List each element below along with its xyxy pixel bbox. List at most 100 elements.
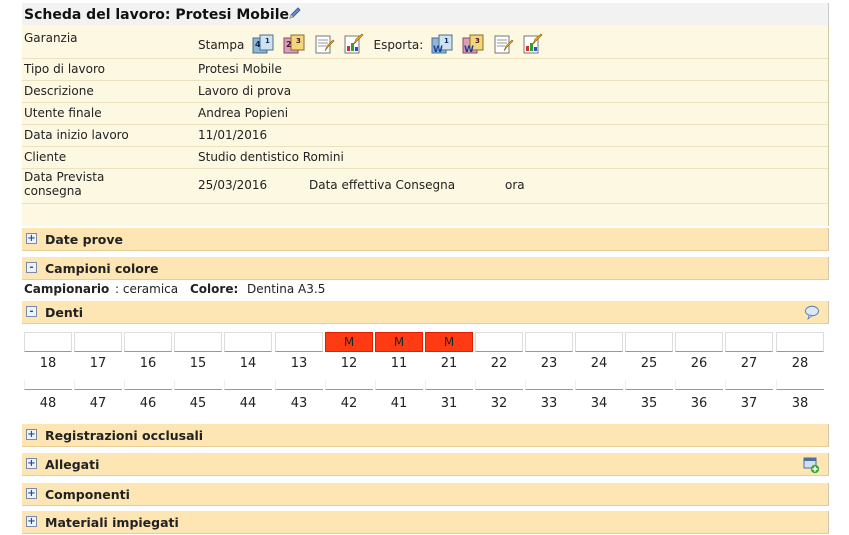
add-attachment-icon[interactable] xyxy=(802,456,820,477)
print-export-toolbar: Stampa 4 1 2 3 Esporta: W 1 W 3 xyxy=(198,33,543,58)
pencil-edit-icon[interactable] xyxy=(287,5,303,24)
export-chart-icon[interactable] xyxy=(521,33,543,58)
tooth-cell-35[interactable] xyxy=(625,380,673,390)
tooth-number-13: 13 xyxy=(290,356,308,371)
tooth-cell-18[interactable] xyxy=(24,332,72,352)
tooth-cell-34[interactable] xyxy=(575,380,623,390)
section-title: Allegati xyxy=(45,457,100,472)
info-table: Garanzia Stampa 4 1 2 3 Esporta: W 1 W 3… xyxy=(22,25,829,226)
row-garanzia: Garanzia Stampa 4 1 2 3 Esporta: W 1 W 3 xyxy=(22,25,828,59)
expand-icon[interactable]: + xyxy=(26,429,37,440)
tooth-cell-41[interactable] xyxy=(375,380,423,390)
esporta-label: Esporta: xyxy=(373,38,424,52)
tooth-cell-42[interactable] xyxy=(325,380,373,390)
tooth-cell-33[interactable] xyxy=(525,380,573,390)
expand-icon[interactable]: + xyxy=(26,516,37,527)
tooth-number-31: 31 xyxy=(440,396,458,411)
section-materiali-impiegati[interactable]: + Materiali impiegati xyxy=(22,511,829,534)
section-title: Denti xyxy=(45,305,84,320)
tooth-number-14: 14 xyxy=(239,356,257,371)
title-bar: Scheda del lavoro: Protesi Mobile xyxy=(22,3,829,25)
tooth-cell-23[interactable] xyxy=(525,332,573,352)
tooth-cell-26[interactable] xyxy=(675,332,723,352)
tipo-lavoro-label: Tipo di lavoro xyxy=(24,62,105,76)
tooth-cell-15[interactable] xyxy=(174,332,222,352)
export-word-2-3-icon[interactable]: W 3 xyxy=(461,33,485,58)
tooth-cell-37[interactable] xyxy=(725,380,773,390)
section-allegati[interactable]: + Allegati xyxy=(22,453,829,476)
tooth-cell-43[interactable] xyxy=(275,380,323,390)
print-chart-icon[interactable] xyxy=(342,33,364,58)
tooth-cell-28[interactable] xyxy=(776,332,824,352)
tooth-cell-17[interactable] xyxy=(74,332,122,352)
svg-text:4: 4 xyxy=(255,40,261,49)
cliente-value: Studio dentistico Romini xyxy=(198,150,344,164)
svg-text:3: 3 xyxy=(296,37,301,45)
tooth-cell-46[interactable] xyxy=(124,380,172,390)
section-registrazioni-occlusali[interactable]: + Registrazioni occlusali xyxy=(22,424,829,447)
tooth-cell-36[interactable] xyxy=(675,380,723,390)
tooth-cell-27[interactable] xyxy=(725,332,773,352)
tooth-number-11: 11 xyxy=(390,356,408,371)
section-componenti[interactable]: + Componenti xyxy=(22,483,829,506)
teeth-chart: 18 17 16 15 14 13 M 12 M 11 M 21 22 23 24 25 26 27 28 48 47 4… xyxy=(22,324,828,426)
data-prevista-label-line1: Data Prevista xyxy=(24,170,105,184)
tooth-cell-24[interactable] xyxy=(575,332,623,352)
tooth-cell-13[interactable] xyxy=(275,332,323,352)
data-prevista-label-line2: consegna xyxy=(24,184,82,198)
comment-bubble-icon[interactable] xyxy=(804,304,820,323)
section-title: Materiali impiegati xyxy=(45,515,179,530)
tooth-number-22: 22 xyxy=(490,356,508,371)
cliente-label: Cliente xyxy=(24,150,67,164)
ora-label: ora xyxy=(505,178,525,192)
tooth-number-37: 37 xyxy=(740,396,758,411)
descrizione-value: Lavoro di prova xyxy=(198,84,292,98)
tooth-cell-16[interactable] xyxy=(124,332,172,352)
tooth-number-42: 42 xyxy=(340,396,358,411)
print-4-1-icon[interactable]: 4 1 xyxy=(251,33,275,58)
tooth-number-27: 27 xyxy=(740,356,758,371)
print-doc-icon[interactable] xyxy=(313,33,335,58)
svg-text:W: W xyxy=(433,45,443,55)
tooth-cell-25[interactable] xyxy=(625,332,673,352)
tooth-cell-11[interactable]: M xyxy=(375,332,423,352)
collapse-icon[interactable]: - xyxy=(26,262,37,273)
tooth-number-16: 16 xyxy=(139,356,157,371)
section-date-prove[interactable]: + Date prove xyxy=(22,228,829,251)
tooth-cell-14[interactable] xyxy=(224,332,272,352)
export-doc-icon[interactable] xyxy=(492,33,514,58)
section-title: Date prove xyxy=(45,232,123,247)
print-2-3-icon[interactable]: 2 3 xyxy=(282,33,306,58)
tooth-cell-32[interactable] xyxy=(475,380,523,390)
utente-finale-value: Andrea Popieni xyxy=(198,106,289,120)
export-word-4-1-icon[interactable]: W 1 xyxy=(430,33,454,58)
section-campioni-colore[interactable]: - Campioni colore xyxy=(22,257,829,280)
collapse-icon[interactable]: - xyxy=(26,306,37,317)
expand-icon[interactable]: + xyxy=(26,488,37,499)
tooth-cell-44[interactable] xyxy=(224,380,272,390)
tooth-cell-31[interactable] xyxy=(425,380,473,390)
svg-text:W: W xyxy=(464,45,474,55)
expand-icon[interactable]: + xyxy=(26,233,37,244)
svg-text:1: 1 xyxy=(265,37,270,45)
section-title: Registrazioni occlusali xyxy=(45,428,204,443)
tooth-number-32: 32 xyxy=(490,396,508,411)
tooth-cell-45[interactable] xyxy=(174,380,222,390)
data-effettiva-label: Data effettiva Consegna xyxy=(309,178,456,192)
tooth-cell-22[interactable] xyxy=(475,332,523,352)
tooth-number-46: 46 xyxy=(139,396,157,411)
tooth-cell-47[interactable] xyxy=(74,380,122,390)
tooth-number-33: 33 xyxy=(540,396,558,411)
tooth-number-26: 26 xyxy=(690,356,708,371)
tooth-number-35: 35 xyxy=(640,396,658,411)
expand-icon[interactable]: + xyxy=(26,458,37,469)
row-utente-finale: Utente finale Andrea Popieni xyxy=(22,103,828,125)
tooth-cell-38[interactable] xyxy=(776,380,824,390)
tooth-number-44: 44 xyxy=(239,396,257,411)
tooth-cell-21[interactable]: M xyxy=(425,332,473,352)
campionario-value: : ceramica xyxy=(115,282,179,296)
tooth-cell-48[interactable] xyxy=(24,380,72,390)
section-denti[interactable]: - Denti xyxy=(22,301,829,324)
section-title: Componenti xyxy=(45,487,130,502)
tooth-cell-12[interactable]: M xyxy=(325,332,373,352)
